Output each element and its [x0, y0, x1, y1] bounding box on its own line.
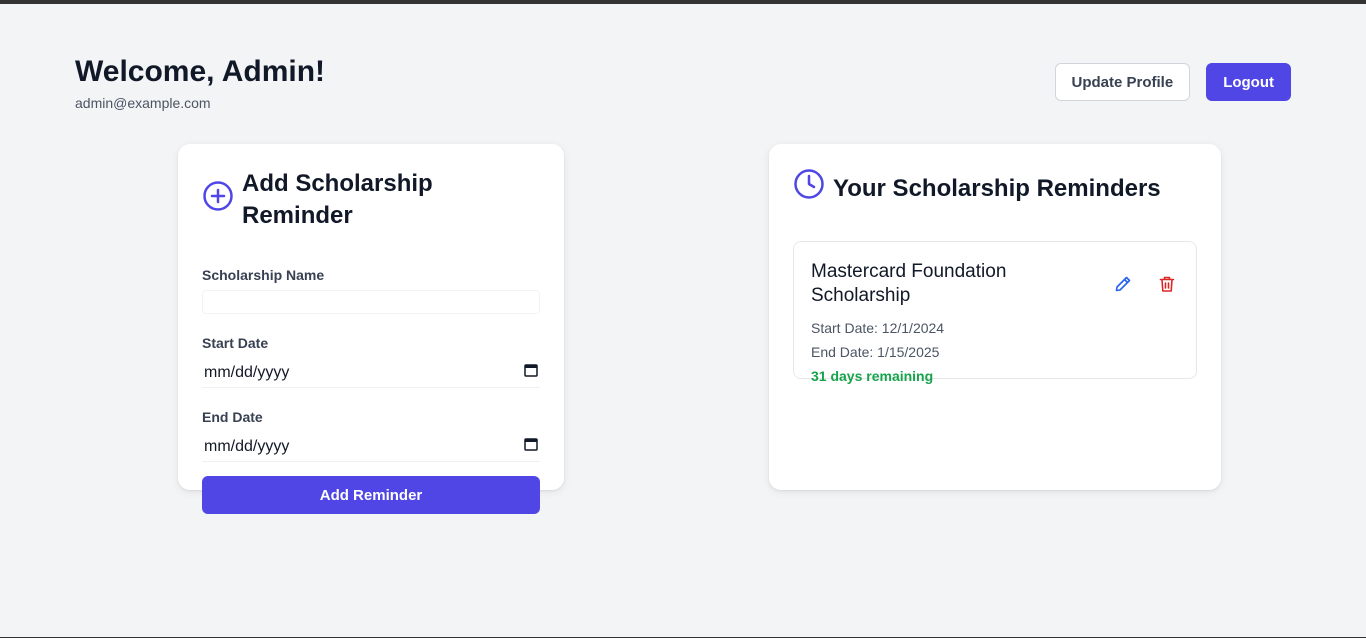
update-profile-button[interactable]: Update Profile: [1054, 63, 1191, 101]
calendar-icon[interactable]: [524, 363, 538, 382]
reminder-dates: Start Date: 12/1/2024 End Date: 1/15/202…: [811, 316, 1179, 364]
start-date-label: Start Date: [202, 335, 269, 351]
clock-icon: [793, 168, 825, 209]
pencil-icon[interactable]: [1111, 272, 1135, 296]
add-reminder-card: Add Scholarship Reminder Scholarship Nam…: [178, 144, 564, 514]
add-reminder-title-text: Add Scholarship Reminder: [242, 170, 433, 229]
end-date-label: End Date: [202, 409, 263, 425]
reminders-title-text: Your Scholarship Reminders: [833, 174, 1161, 202]
calendar-icon[interactable]: [524, 437, 538, 456]
add-reminder-title: Add Scholarship Reminder: [202, 168, 540, 232]
reminder-name: Mastercard Foundation Scholarship: [811, 261, 1007, 306]
logout-button[interactable]: Logout: [1206, 63, 1291, 101]
reminders-card: Your Scholarship Reminders Mastercard Fo…: [769, 144, 1221, 490]
plus-circle-icon: [202, 180, 234, 221]
add-reminder-button[interactable]: Add Reminder: [202, 476, 540, 514]
start-date-placeholder: mm/dd/yyyy: [204, 363, 290, 381]
browser-top-strip: [0, 0, 1366, 4]
header-actions: Update Profile Logout: [1054, 63, 1291, 101]
scholarship-name-label: Scholarship Name: [202, 267, 325, 283]
end-date-placeholder: mm/dd/yyyy: [204, 437, 290, 455]
user-email: admin@example.com: [75, 95, 211, 111]
end-date-input[interactable]: mm/dd/yyyy: [202, 432, 540, 462]
welcome-heading: Welcome, Admin!: [75, 55, 326, 88]
days-remaining: 31 days remaining: [811, 368, 934, 384]
reminder-item: Mastercard Foundation Scholarship Start …: [793, 241, 1197, 384]
trash-icon[interactable]: [1155, 272, 1179, 296]
page-header: Welcome, Admin! admin@example.com: [75, 54, 325, 112]
reminder-start-date: Start Date: 12/1/2024: [811, 320, 945, 336]
reminder-end-date: End Date: 1/15/2025: [811, 344, 940, 360]
start-date-input[interactable]: mm/dd/yyyy: [202, 358, 540, 388]
scholarship-name-input[interactable]: [202, 290, 540, 314]
reminders-title: Your Scholarship Reminders: [793, 168, 1197, 209]
